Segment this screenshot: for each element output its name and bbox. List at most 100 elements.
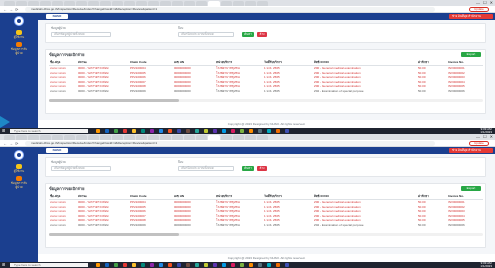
table-row[interactable]: xxxxx xxxxx 0000 - รอการตรวจสอบ PP2100009 0… (49, 89, 483, 94)
table-cell: 0000 - รอการตรวจสอบ (78, 88, 109, 93)
url-field[interactable]: medicalx.dhss.go.th/Inspection/Receive/I… (25, 7, 435, 12)
search-button[interactable]: ค้นหา (242, 32, 254, 37)
scrollbar-thumb[interactable] (49, 233, 179, 236)
pointer-arrow-icon (0, 116, 10, 128)
taskbar-app-icon[interactable] (258, 129, 262, 133)
search-card: ข้อมูลผู้ป่วย เลือกข้อมูลผู้ป่วยทั้งหมด … (45, 23, 486, 43)
url-field[interactable]: medicalx.dhss.go.th/Inspection/Receive/I… (25, 141, 435, 146)
taskbar-app-icon[interactable] (285, 129, 289, 133)
taskbar-app-icon[interactable] (150, 129, 154, 133)
reload-icon[interactable]: ⟳ (15, 141, 18, 146)
taskbar-app-icon[interactable] (177, 263, 181, 267)
search-card: ข้อมูลผู้ป่วย เลือกข้อมูลผู้ป่วยทั้งหมด … (45, 157, 486, 177)
taskbar-app-icon[interactable] (276, 129, 280, 133)
sidebar-item-label[interactable]: ผู้ใช้งาน (3, 170, 35, 173)
forward-icon[interactable]: → (9, 7, 13, 12)
screenshot-panel: — ☐ ✕ ← → ⟳ medicalx.dhss.go.th/Inspecti… (0, 0, 495, 134)
clear-button[interactable]: ล้าง (257, 32, 267, 37)
taskbar-app-icon[interactable] (222, 129, 226, 133)
taskbar-app-icon[interactable] (213, 263, 217, 267)
brand-logo: NHSO (46, 14, 68, 19)
taskbar-app-icon[interactable] (105, 129, 109, 133)
taskbar-app-icon[interactable] (222, 263, 226, 267)
taskbar-app-icon[interactable] (141, 263, 145, 267)
export-button[interactable]: Export (461, 52, 481, 57)
windows-start-icon[interactable]: ⊞ (2, 129, 5, 133)
patient-select[interactable]: เลือกข้อมูลผู้ป่วยทั้งหมด (51, 166, 111, 171)
field-label: ข้อมูลผู้ป่วย (51, 160, 66, 164)
taskbar-app-icon[interactable] (150, 263, 154, 267)
taskbar-app-icon[interactable] (168, 129, 172, 133)
address-bar: ← → ⟳ medicalx.dhss.go.th/Inspection/Rec… (0, 140, 495, 147)
taskbar-app-icon[interactable] (195, 263, 199, 267)
taskbar-app-icon[interactable] (204, 129, 208, 133)
taskbar-app-icon[interactable] (249, 129, 253, 133)
reload-icon[interactable]: ⟳ (15, 7, 18, 12)
scrollbar-thumb[interactable] (49, 99, 179, 102)
taskbar-app-icon[interactable] (204, 263, 208, 267)
system-clock[interactable]: 9:09 AM 1/1/2023 (480, 262, 492, 268)
taskbar-app-icon[interactable] (96, 263, 100, 267)
taskbar-app-icon[interactable] (177, 129, 181, 133)
update-button[interactable]: Update (469, 7, 489, 12)
fiscal-year-select[interactable]: เลือกปีงบประมาณทั้งหมด (178, 32, 234, 37)
sidebar-item-label[interactable]: ผู้ป่วย (3, 186, 35, 189)
horizontal-scrollbar[interactable] (49, 233, 483, 236)
user-menu[interactable]: ช่าง อินทีอุย สำนักงาน (449, 148, 493, 153)
user-menu[interactable]: ช่าง อินทีอุย สำนักงาน (449, 14, 493, 19)
table-cell: 50.00 (418, 88, 426, 93)
back-icon[interactable]: ← (3, 7, 7, 12)
taskbar-app-icon[interactable] (231, 263, 235, 267)
taskbar-app-icon[interactable] (213, 129, 217, 133)
search-button[interactable]: ค้นหา (242, 166, 254, 171)
taskbar-app-icon[interactable] (186, 263, 190, 267)
taskbar-app-icon[interactable] (267, 263, 271, 267)
taskbar-app-icon[interactable] (132, 263, 136, 267)
table-row[interactable]: xxxxx xxxxx 0000 - รอการตรวจสอบ PP2100009 0… (49, 223, 483, 228)
taskbar-app-icon[interactable] (168, 263, 172, 267)
taskbar-app-icon[interactable] (258, 263, 262, 267)
table-cell: โรงพยาบาลชุมชน (216, 222, 240, 227)
fiscal-year-select[interactable]: เลือกปีงบประมาณทั้งหมด (178, 166, 234, 171)
table-cell: PP2100009 (130, 222, 146, 227)
taskbar-app-icon[interactable] (114, 263, 118, 267)
taskbar-app-icon[interactable] (105, 263, 109, 267)
taskbar-search-input[interactable]: Type here to search (10, 129, 88, 133)
table-cell: 1 ม.ค. 2565 (264, 222, 280, 227)
export-button[interactable]: Export (461, 186, 481, 191)
taskbar-app-icon[interactable] (123, 263, 127, 267)
sidebar-item-label[interactable]: ผู้ป่วย (3, 52, 35, 55)
app-header: NHSO ช่าง อินทีอุย สำนักงาน (38, 13, 495, 20)
taskbar-app-icon[interactable] (195, 129, 199, 133)
taskbar-app-icon[interactable] (114, 129, 118, 133)
windows-start-icon[interactable]: ⊞ (2, 263, 5, 267)
taskbar-app-icon[interactable] (240, 263, 244, 267)
sidebar-item-label[interactable]: ผู้ใช้งาน (3, 36, 35, 39)
taskbar-app-icon[interactable] (249, 263, 253, 267)
update-button[interactable]: Update (469, 141, 489, 146)
sidebar: ผู้ใช้งาน ข้อมูลการรับ ผู้ป่วย (0, 13, 38, 128)
table-cell: 0000 - รอการตรวจสอบ (78, 222, 109, 227)
logo-icon (14, 150, 24, 160)
taskbar-app-icon[interactable] (159, 129, 163, 133)
clear-button[interactable]: ล้าง (257, 166, 267, 171)
taskbar-apps (96, 263, 289, 267)
back-icon[interactable]: ← (3, 141, 7, 146)
main-content: ข้อมูลผู้ป่วย เลือกข้อมูลผู้ป่วยทั้งหมด … (38, 154, 495, 254)
horizontal-scrollbar[interactable] (49, 99, 483, 102)
taskbar-app-icon[interactable] (186, 129, 190, 133)
taskbar-app-icon[interactable] (285, 263, 289, 267)
taskbar-app-icon[interactable] (96, 129, 100, 133)
taskbar-app-icon[interactable] (240, 129, 244, 133)
forward-icon[interactable]: → (9, 141, 13, 146)
sidebar: ผู้ใช้งาน ข้อมูลการรับ ผู้ป่วย (0, 147, 38, 262)
patient-select[interactable]: เลือกข้อมูลผู้ป่วยทั้งหมด (51, 32, 111, 37)
taskbar-app-icon[interactable] (276, 263, 280, 267)
taskbar-app-icon[interactable] (267, 129, 271, 133)
taskbar-app-icon[interactable] (141, 129, 145, 133)
taskbar-search-input[interactable]: Type here to search (10, 263, 88, 267)
taskbar-app-icon[interactable] (123, 129, 127, 133)
taskbar-app-icon[interactable] (231, 129, 235, 133)
taskbar-app-icon[interactable] (159, 263, 163, 267)
taskbar-app-icon[interactable] (132, 129, 136, 133)
